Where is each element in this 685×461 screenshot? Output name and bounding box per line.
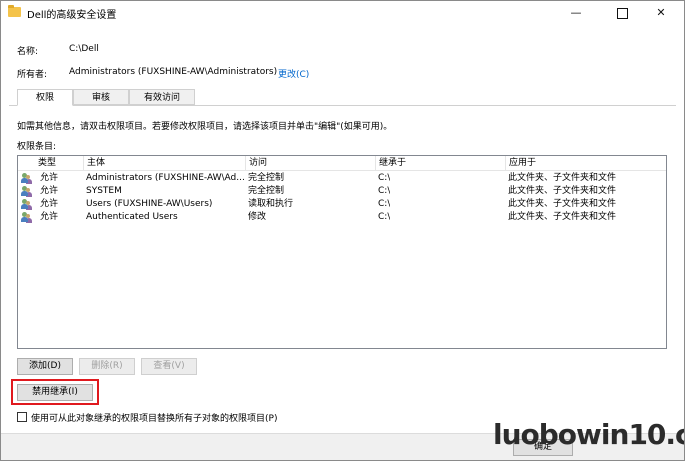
- column-principal[interactable]: 主体: [84, 156, 246, 170]
- column-applies-to[interactable]: 应用于: [506, 156, 666, 170]
- row-inherited-from: C:\: [378, 212, 391, 222]
- title-bar[interactable]: Dell的高级安全设置 — ✕: [1, 1, 684, 25]
- user-group-icon: [21, 173, 32, 184]
- row-inherited-from: C:\: [378, 186, 391, 196]
- list-header: 类型 主体 访问 继承于 应用于: [18, 156, 666, 171]
- row-access: 读取和执行: [248, 199, 294, 209]
- table-row[interactable]: 允许 Authenticated Users 修改 C:\ 此文件夹、子文件夹和…: [18, 211, 666, 224]
- row-principal: SYSTEM: [86, 186, 122, 196]
- advanced-security-window: Dell的高级安全设置 — ✕ 名称: C:\Dell 所有者: Adminis…: [0, 0, 685, 461]
- tab-effective-access[interactable]: 有效访问: [129, 89, 195, 105]
- info-text: 如需其他信息，请双击权限项目。若要修改权限项目，请选择该项目并单击"编辑"(如果…: [17, 122, 393, 132]
- tab-panel-border: [9, 105, 676, 106]
- column-access[interactable]: 访问: [246, 156, 376, 170]
- tab-auditing[interactable]: 审核: [73, 89, 129, 105]
- entries-label: 权限条目:: [17, 142, 57, 152]
- name-label: 名称:: [17, 47, 39, 57]
- tab-permissions[interactable]: 权限: [17, 89, 73, 106]
- row-principal: Users (FUXSHINE-AW\Users): [86, 199, 213, 209]
- maximize-button[interactable]: [602, 3, 642, 23]
- table-row[interactable]: 允许 Users (FUXSHINE-AW\Users) 读取和执行 C:\ 此…: [18, 198, 666, 211]
- row-principal: Authenticated Users: [86, 212, 178, 222]
- window-title: Dell的高级安全设置: [27, 10, 117, 21]
- row-principal: Administrators (FUXSHINE-AW\Ad...: [86, 173, 244, 183]
- row-type: 允许: [40, 212, 59, 222]
- name-value: C:\Dell: [69, 44, 99, 54]
- minimize-button[interactable]: —: [556, 3, 596, 23]
- replace-child-permissions-label: 使用可从此对象继承的权限项目替换所有子对象的权限项目(P): [31, 414, 278, 424]
- watermark-text: luobowin10.com: [493, 418, 684, 451]
- row-type: 允许: [40, 199, 59, 209]
- user-group-icon: [21, 186, 32, 197]
- permission-entries-list[interactable]: 类型 主体 访问 继承于 应用于 允许 Administrators (FUXS…: [17, 155, 667, 349]
- table-row[interactable]: 允许 SYSTEM 完全控制 C:\ 此文件夹、子文件夹和文件: [18, 185, 666, 198]
- row-applies-to: 此文件夹、子文件夹和文件: [508, 186, 617, 196]
- row-access: 完全控制: [248, 173, 285, 183]
- owner-value: Administrators (FUXSHINE-AW\Administrato…: [69, 67, 278, 77]
- owner-label: 所有者:: [17, 70, 48, 80]
- change-owner-link[interactable]: 更改(C): [278, 67, 309, 80]
- maximize-icon: [616, 7, 628, 19]
- user-group-icon: [21, 199, 32, 210]
- row-applies-to: 此文件夹、子文件夹和文件: [508, 199, 617, 209]
- close-button[interactable]: ✕: [641, 3, 681, 23]
- view-button[interactable]: 查看(V): [141, 358, 197, 375]
- row-type: 允许: [40, 186, 59, 196]
- row-applies-to: 此文件夹、子文件夹和文件: [508, 173, 617, 183]
- row-applies-to: 此文件夹、子文件夹和文件: [508, 212, 617, 222]
- remove-button[interactable]: 删除(R): [79, 358, 135, 375]
- user-group-icon: [21, 212, 32, 223]
- column-type[interactable]: 类型: [18, 156, 84, 170]
- add-button[interactable]: 添加(D): [17, 358, 73, 375]
- replace-child-permissions-checkbox[interactable]: [17, 412, 27, 422]
- folder-icon: [8, 5, 21, 17]
- row-inherited-from: C:\: [378, 199, 391, 209]
- row-inherited-from: C:\: [378, 173, 391, 183]
- column-inherited-from[interactable]: 继承于: [376, 156, 506, 170]
- row-type: 允许: [40, 173, 59, 183]
- row-access: 修改: [248, 212, 267, 222]
- table-row[interactable]: 允许 Administrators (FUXSHINE-AW\Ad... 完全控…: [18, 172, 666, 185]
- disable-inheritance-button[interactable]: 禁用继承(I): [17, 384, 93, 401]
- row-access: 完全控制: [248, 186, 285, 196]
